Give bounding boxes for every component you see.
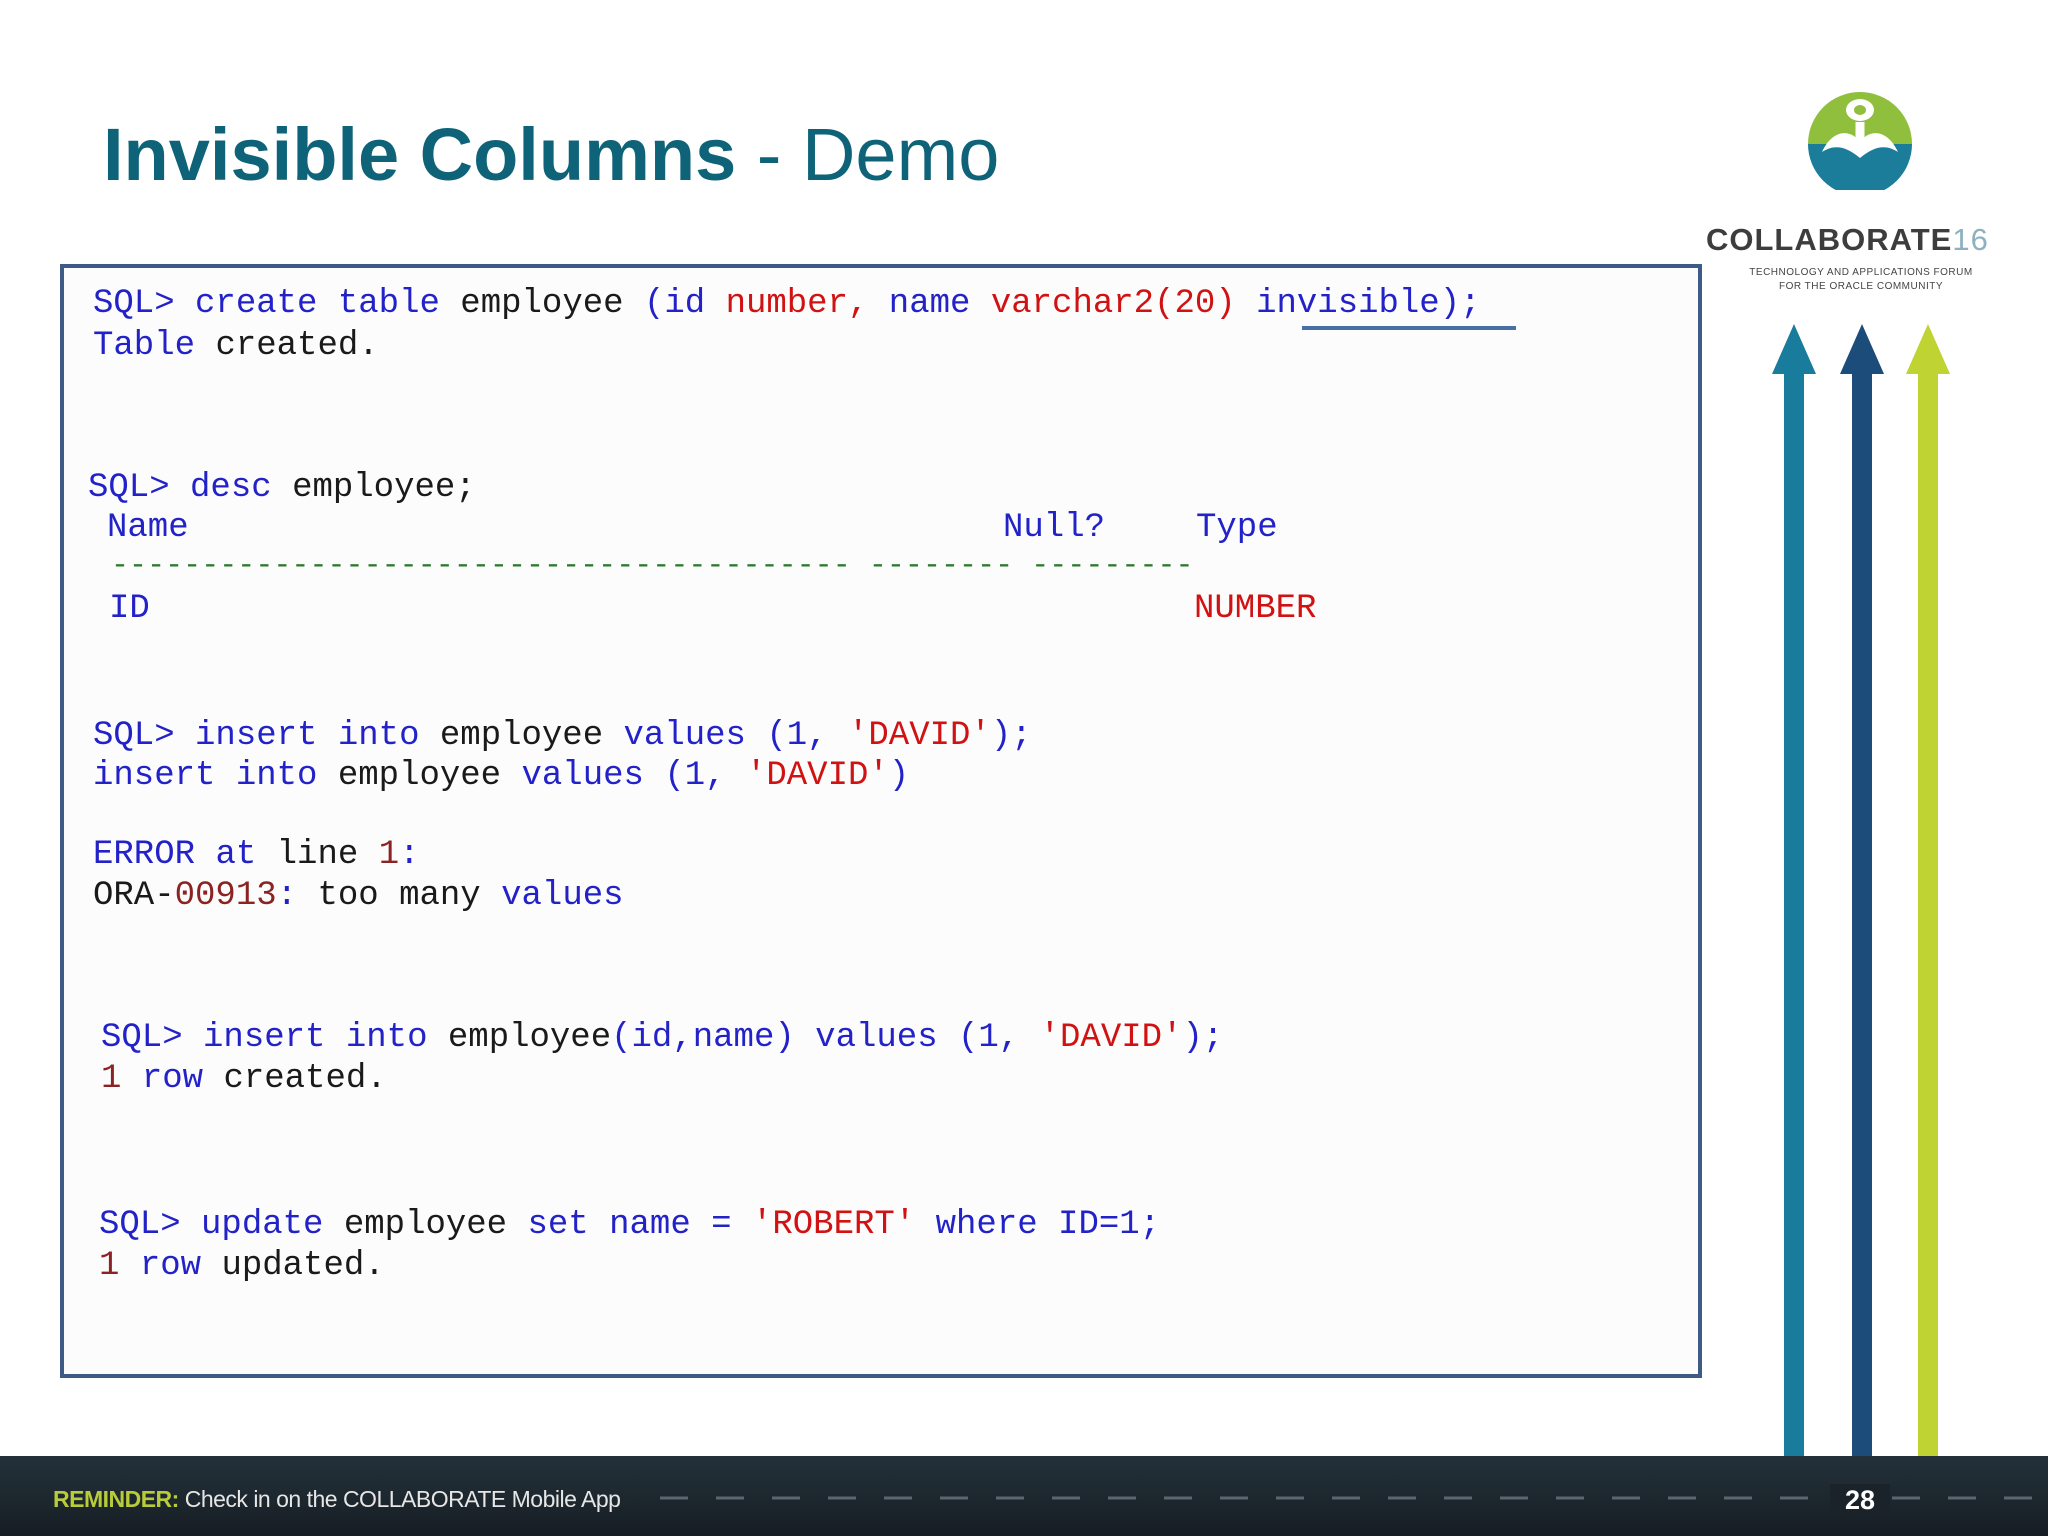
code-line-12: 1 row created. bbox=[101, 1060, 387, 1098]
arrow-green bbox=[1906, 324, 1950, 1460]
arrow-teal bbox=[1772, 324, 1816, 1460]
desc-row-type: NUMBER bbox=[1194, 590, 1317, 628]
code-line-14: 1 row updated. bbox=[99, 1247, 385, 1285]
code-line-9: ERROR at line 1: bbox=[93, 836, 420, 874]
code-line-11: SQL> insert into employee(id,name) value… bbox=[101, 1019, 1224, 1057]
logo-tagline: TECHNOLOGY AND APPLICATIONS FORUM FOR THE… bbox=[1749, 267, 1973, 292]
desc-col-type: Type bbox=[1196, 509, 1278, 547]
invisible-underline bbox=[1302, 326, 1516, 330]
code-line-8: insert into employee values (1, 'DAVID') bbox=[93, 757, 910, 795]
code-line-13: SQL> update employee set name = 'ROBERT'… bbox=[99, 1206, 1161, 1244]
code-line-2: Table created. bbox=[93, 327, 379, 365]
desc-col-name: Name bbox=[107, 509, 189, 547]
logo-wordmark: COLLABORATE16 bbox=[1706, 222, 1989, 257]
code-line-3: SQL> desc employee; bbox=[88, 469, 476, 507]
code-line-10: ORA-00913: too many values bbox=[93, 877, 624, 915]
code-line-1: SQL> create table employee (id number, n… bbox=[93, 285, 1481, 323]
desc-row-id: ID bbox=[109, 590, 150, 628]
slide-title: Invisible Columns - Demo bbox=[103, 118, 999, 192]
title-rest: - Demo bbox=[736, 113, 1000, 196]
code-line-7: SQL> insert into employee values (1, 'DA… bbox=[93, 717, 1032, 755]
footer-reminder: REMINDER: Check in on the COLLABORATE Mo… bbox=[53, 1486, 621, 1512]
collaborate-logo-icon bbox=[1808, 92, 1912, 190]
desc-col-null: Null? bbox=[1003, 509, 1106, 547]
arrow-navy bbox=[1840, 324, 1884, 1460]
arrows-graphic bbox=[1772, 324, 1950, 1460]
page-number: 28 bbox=[1830, 1484, 1890, 1516]
title-bold: Invisible Columns bbox=[103, 113, 737, 196]
desc-separator: ----------------------------------------… bbox=[111, 549, 1194, 583]
